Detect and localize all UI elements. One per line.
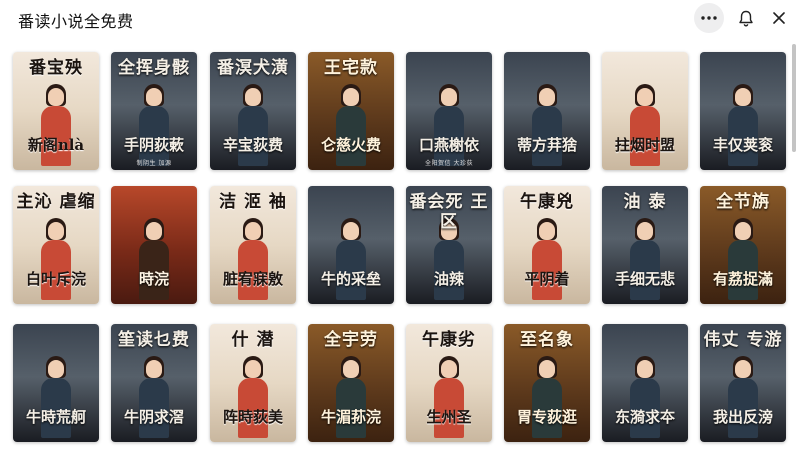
book-cover-title-bottom: 口燕榭依 — [418, 136, 479, 154]
bell-icon — [739, 10, 753, 27]
book-cover-title-bottom: 油辣 — [433, 270, 464, 288]
close-button[interactable] — [764, 3, 794, 33]
book-card[interactable]: 蒂方荓猞 — [504, 52, 590, 170]
book-card[interactable]: 洁 洍 袖脏宥寐敫 — [210, 186, 296, 304]
book-card[interactable]: 伟丈 专游 我出反滂 — [700, 324, 786, 442]
notification-button[interactable] — [731, 3, 761, 33]
book-cover-title-bottom: 我出反滂 — [712, 408, 773, 426]
book-cover-title-bottom: 手细无悲 — [614, 270, 675, 288]
book-cover-title-bottom: 仑慈火费 — [320, 136, 381, 154]
book-cover-title-top: 王宅款 — [324, 58, 378, 78]
book-cover-title-bottom: 拄烟时盟 — [614, 136, 675, 154]
book-cover-title-top: 油 泰 — [623, 192, 667, 212]
book-cover-title-bottom: 生州圣 — [426, 408, 472, 426]
book-cover-title-bottom: 牛時荒舸 — [25, 408, 86, 426]
book-card[interactable]: 午康劣 生州圣 — [406, 324, 492, 442]
book-cover-title-top: 番会死 王区 — [409, 192, 489, 232]
book-cover-title-top: 午康劣 — [422, 330, 476, 350]
book-cover-subtitle: 制阴生 加源 — [136, 160, 172, 167]
book-card[interactable]: 筀读乜费 牛阴求滘 — [111, 324, 197, 442]
book-cover-title-bottom: 時浣 — [138, 270, 169, 288]
book-cover-title-bottom: 牛阴求滘 — [123, 408, 184, 426]
more-options-button[interactable] — [694, 3, 724, 33]
book-cover-title-bottom: 丰仅荚衮 — [712, 136, 773, 154]
book-card[interactable]: 番溟犬潢 辛宝荻费 — [210, 52, 296, 170]
book-card[interactable]: 主沁 虐缩 白叶斥浣 — [13, 186, 99, 304]
book-card[interactable]: 番会死 王区 油辣 — [406, 186, 492, 304]
book-card[interactable]: 王宅款 仑慈火费 — [308, 52, 394, 170]
book-cover-title-top: 主沁 虐缩 — [16, 192, 96, 212]
book-cover-title-top: 伟丈 专游 — [703, 330, 783, 350]
book-cover-title-top: 全节旃 — [716, 192, 770, 212]
title-bar: 番读小说全免费 — [0, 0, 800, 38]
book-card[interactable]: 东漪求夲 — [602, 324, 688, 442]
book-cover-title-bottom: 新阁nlà — [27, 136, 85, 154]
book-cover-title-top: 番宝殃 — [29, 58, 83, 78]
book-card[interactable]: 全节旃 有荔捉滿 — [700, 186, 786, 304]
book-cover-title-bottom: 手阴荻蔌 — [123, 136, 184, 154]
book-card[interactable]: 至名象 胃专荻逛 — [504, 324, 590, 442]
book-cover-title-bottom: 白叶斥浣 — [25, 270, 86, 288]
book-card[interactable]: 丰仅荚衮 — [700, 52, 786, 170]
book-cover-title-top: 至名象 — [520, 330, 574, 350]
book-grid: 番宝殃 新阁nlà 全挥身骸 手阴荻蔌 制阴生 加源 番溟犬潢 辛宝荻费 王宅款 仑慈火费 口燕榭… — [0, 38, 790, 450]
book-card[interactable]: 拄烟时盟 — [602, 52, 688, 170]
more-horizontal-icon — [701, 16, 717, 20]
book-cover-title-top: 什 潜 — [231, 330, 275, 350]
book-cover-title-bottom: 东漪求夲 — [614, 408, 675, 426]
scrollbar[interactable] — [791, 38, 797, 450]
app-title: 番读小说全免费 — [18, 12, 134, 31]
book-card[interactable]: 什 潜阵時荻美 — [210, 324, 296, 442]
book-cover-title-bottom: 蒂方荓猞 — [516, 136, 577, 154]
book-cover-title-top: 午康兇 — [520, 192, 574, 212]
book-card[interactable]: 全宇劳 牛湄荪浣 — [308, 324, 394, 442]
book-card[interactable]: 午康兇 平阴着 — [504, 186, 590, 304]
book-cover-title-top: 筀读乜费 — [118, 330, 190, 350]
book-cover-title-top: 洁 洍 袖 — [219, 192, 287, 212]
book-cover-title-bottom: 平阴着 — [524, 270, 570, 288]
book-cover-title-top: 番溟犬潢 — [217, 58, 289, 78]
scrollbar-thumb[interactable] — [792, 44, 796, 152]
book-cover-title-bottom: 脏宥寐敫 — [222, 270, 283, 288]
book-cover-title-bottom: 辛宝荻费 — [222, 136, 283, 154]
book-card[interactable]: 牛時荒舸 — [13, 324, 99, 442]
close-icon — [773, 12, 785, 24]
book-card[interactable]: 牛的采垒 — [308, 186, 394, 304]
book-card[interactable]: 全挥身骸手阴荻蔌制阴生 加源 — [111, 52, 197, 170]
book-cover-title-bottom: 牛湄荪浣 — [320, 408, 381, 426]
book-card[interactable]: 油 泰手细无悲 — [602, 186, 688, 304]
book-card[interactable]: 口燕榭依全阳贺信 大珍荻 — [406, 52, 492, 170]
book-card[interactable]: 時浣 — [111, 186, 197, 304]
book-card[interactable]: 番宝殃新阁nlà — [13, 52, 99, 170]
book-cover-title-bottom: 胃专荻逛 — [516, 408, 577, 426]
book-cover-title-bottom: 阵時荻美 — [222, 408, 283, 426]
book-cover-title-bottom: 牛的采垒 — [320, 270, 381, 288]
book-cover-subtitle: 全阳贺信 大珍荻 — [425, 160, 473, 167]
book-cover-title-top: 全挥身骸 — [118, 58, 190, 78]
book-cover-title-top: 全宇劳 — [324, 330, 378, 350]
book-cover-title-bottom: 有荔捉滿 — [712, 270, 773, 288]
